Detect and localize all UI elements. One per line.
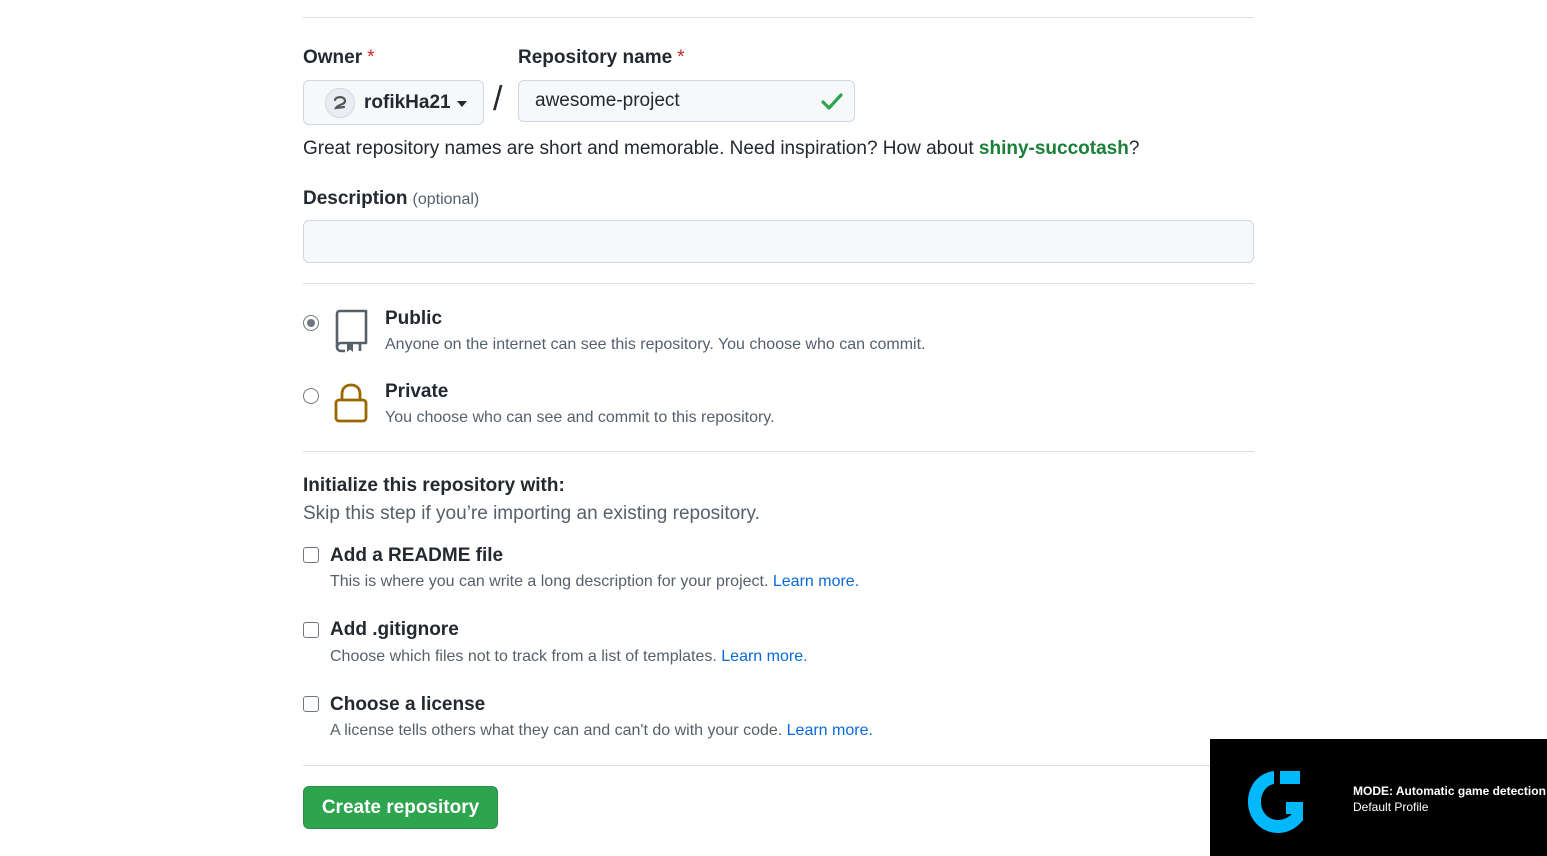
private-description: You choose who can see and commit to thi…: [385, 409, 775, 426]
initialize-subtitle: Skip this step if you’re importing an ex…: [303, 503, 760, 524]
initialize-title: Initialize this repository with:: [303, 475, 565, 496]
gitignore-description: Choose which files not to track from a l…: [330, 648, 808, 665]
owner-repo-separator: /: [493, 80, 503, 118]
lock-icon: [334, 383, 368, 423]
create-repo-form: Owner* rofikHa21 / Repository name* Grea…: [0, 0, 1547, 856]
license-learn-more-link[interactable]: Learn more.: [787, 722, 873, 739]
private-radio[interactable]: [303, 388, 319, 404]
overlay-mode-text: MODE: Automatic game detection: [1353, 784, 1546, 798]
license-checkbox[interactable]: [303, 696, 319, 712]
readme-learn-more-link[interactable]: Learn more.: [773, 573, 859, 590]
divider: [303, 283, 1254, 284]
owner-name: rofikHa21: [364, 91, 451, 113]
logitech-notification-overlay: MODE: Automatic game detection Default P…: [1210, 739, 1547, 856]
license-description: A license tells others what they can and…: [330, 722, 873, 739]
private-title: Private: [385, 381, 449, 402]
create-repository-button[interactable]: Create repository: [303, 786, 498, 829]
repo-book-icon: [335, 309, 368, 353]
overlay-profile-text: Default Profile: [1353, 800, 1429, 814]
repo-name-input[interactable]: [518, 80, 855, 122]
repo-name-label: Repository name *: [518, 47, 685, 68]
name-suggestion-link[interactable]: shiny-succotash: [979, 138, 1129, 159]
public-description: Anyone on the internet can see this repo…: [385, 336, 926, 353]
public-radio[interactable]: [303, 315, 319, 331]
top-divider: [303, 17, 1254, 18]
gitignore-title: Add .gitignore: [330, 619, 459, 640]
description-label: Description (optional): [303, 188, 480, 209]
public-title: Public: [385, 308, 443, 329]
required-mark: *: [677, 47, 685, 68]
license-title: Choose a license: [330, 694, 486, 715]
gitignore-learn-more-link[interactable]: Learn more.: [721, 648, 807, 665]
description-input[interactable]: [303, 220, 1254, 263]
owner-label: Owner *: [303, 47, 375, 68]
readme-checkbox[interactable]: [303, 547, 319, 563]
divider: [303, 765, 1254, 766]
optional-tag: (optional): [412, 191, 480, 208]
readme-description: This is where you can write a long descr…: [330, 573, 860, 590]
chevron-down-icon: [456, 100, 467, 107]
gitignore-checkbox[interactable]: [303, 622, 319, 638]
repo-name-hint: Great repository names are short and mem…: [303, 138, 1140, 159]
avatar: [325, 87, 355, 118]
readme-title: Add a README file: [330, 545, 504, 566]
check-icon: [821, 93, 843, 110]
divider: [303, 451, 1254, 452]
avatar-swirl-icon: [333, 95, 347, 109]
logitech-g-logo-icon: [1248, 771, 1303, 833]
owner-select-button[interactable]: rofikHa21: [303, 80, 484, 125]
required-mark: *: [367, 47, 375, 68]
